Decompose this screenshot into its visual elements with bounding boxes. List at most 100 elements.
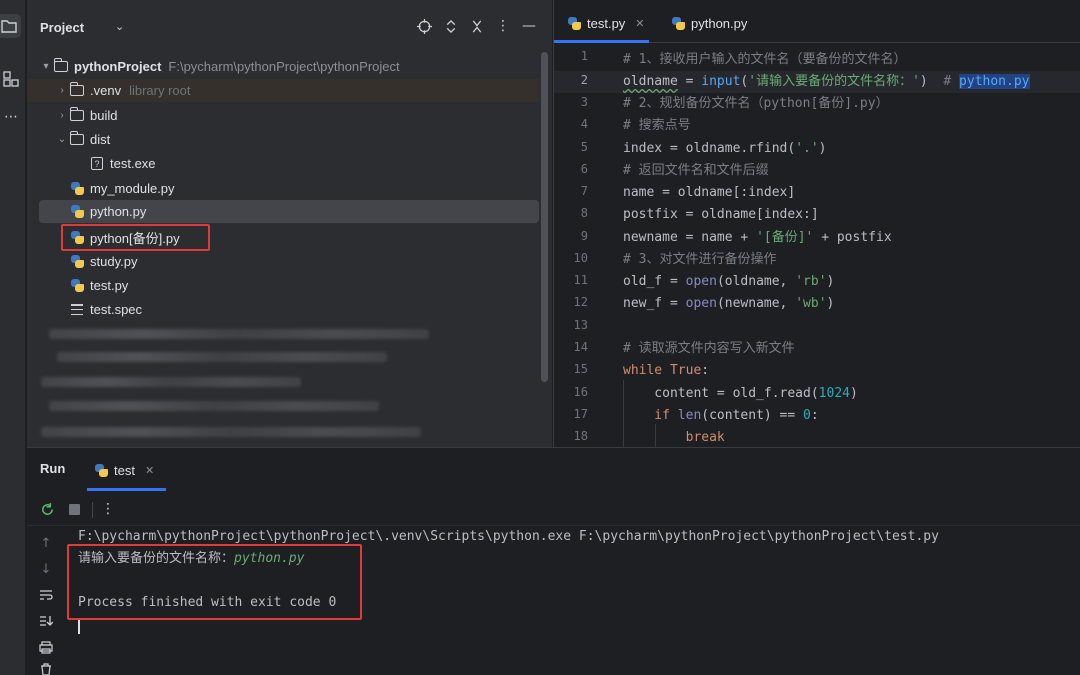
more-icon[interactable]: ⋯	[0, 106, 22, 128]
line-number: 15	[573, 362, 588, 376]
close-icon[interactable]	[468, 17, 486, 35]
code-line: # 2、规划备份文件名（python[备份].py）	[623, 96, 889, 111]
code-line: name = oldname[:index]	[623, 185, 796, 200]
code-token: =	[677, 74, 702, 89]
tree-item-dist[interactable]: ⌄ dist	[39, 128, 539, 151]
code-line: newname = name + '[备份]' + postfix	[623, 227, 892, 249]
python-file-icon	[69, 279, 85, 293]
code-token: newname = name +	[623, 230, 757, 245]
run-title: Run	[40, 461, 66, 476]
console-prompt-line: 请输入要备份的文件名称：python.py	[78, 548, 304, 570]
line-number: 14	[573, 340, 588, 354]
run-tab-test[interactable]: test ✕	[93, 459, 154, 481]
arrow-down-icon[interactable]: ↓	[36, 560, 56, 578]
python-file-icon	[566, 16, 582, 30]
exe-file-icon: ?	[89, 157, 105, 171]
code-line: index = oldname.rfind('.')	[623, 138, 827, 160]
project-panel: Project ⌄ ⋮ — ▾ pythonProject F:\pycharm…	[27, 0, 552, 447]
code-token: '[备份]'	[756, 230, 814, 245]
code-line: # 返回文件名和文件后缀	[623, 163, 769, 178]
tree-item-python[interactable]: python.py	[39, 200, 539, 223]
line-number: 5	[580, 140, 588, 154]
code-line: if len(content) == 0:	[623, 405, 818, 427]
code-token: (newname,	[716, 296, 796, 311]
toolbar-divider	[92, 502, 93, 518]
code-token: )	[849, 386, 858, 401]
code-line: new_f = open(newname, 'wb')	[623, 293, 834, 315]
tab-label: test.py	[587, 15, 626, 31]
print-icon[interactable]	[36, 638, 56, 656]
close-icon[interactable]: ✕	[635, 17, 644, 30]
code-token: input	[701, 74, 741, 89]
python-file-icon	[69, 205, 85, 219]
line-number: 6	[580, 162, 588, 176]
tree-item-label: study.py	[90, 254, 138, 269]
tree-item-test-exe[interactable]: ? test.exe	[39, 152, 539, 175]
tree-item-python-backup[interactable]: python[备份].py	[39, 226, 539, 249]
python-file-icon	[93, 463, 109, 477]
code-token: oldname	[623, 74, 678, 89]
tab-label: python.py	[691, 15, 748, 31]
code-line: old_f = open(oldname, 'rb')	[623, 271, 834, 293]
structure-icon[interactable]	[0, 68, 22, 90]
chevron-right-icon[interactable]: ›	[55, 110, 69, 121]
tree-item-label: dist	[90, 132, 111, 147]
tree-item-study[interactable]: study.py	[39, 250, 539, 273]
close-icon[interactable]: ✕	[145, 464, 154, 477]
tree-item-my-module[interactable]: my_module.py	[39, 177, 539, 200]
code-token: content = old_f.read(	[623, 386, 819, 401]
chevron-down-icon[interactable]: ▾	[39, 61, 53, 72]
editor-tabs: test.py ✕ python.py	[554, 0, 1080, 43]
tree-item-test[interactable]: test.py	[39, 274, 539, 297]
code-line: # 搜索点号	[623, 118, 691, 133]
redacted-row	[49, 329, 429, 339]
locate-icon[interactable]	[415, 17, 433, 35]
tab-python-py[interactable]: python.py	[670, 10, 747, 36]
code-token: while	[623, 363, 663, 378]
tree-item-test-spec[interactable]: test.spec	[39, 298, 539, 321]
minimize-icon[interactable]: —	[520, 17, 538, 35]
chevron-down-icon[interactable]: ⌄	[55, 134, 69, 145]
line-number: 7	[580, 184, 588, 198]
tree-root[interactable]: ▾ pythonProject F:\pycharm\pythonProject…	[39, 55, 539, 78]
text-file-icon	[69, 303, 85, 317]
tab-test-py[interactable]: test.py ✕	[566, 10, 645, 36]
redacted-row	[57, 352, 387, 362]
project-title[interactable]: Project	[40, 20, 84, 35]
chevron-right-icon[interactable]: ›	[55, 85, 69, 96]
code-token: '.'	[795, 141, 819, 156]
code-token: (content) ==	[701, 408, 804, 423]
code-token: open	[685, 274, 717, 289]
code-token: :	[701, 363, 710, 378]
console-user-input: python.py	[234, 551, 305, 566]
run-toolbar: ⋮	[27, 492, 1080, 526]
folder-icon	[53, 58, 69, 74]
tree-item-label: build	[90, 108, 118, 123]
folder-icon[interactable]	[0, 14, 21, 38]
expand-collapse-icon[interactable]	[442, 17, 460, 35]
run-tab-label: test	[114, 462, 135, 478]
code-token: if	[623, 408, 670, 423]
editor-panel: test.py ✕ python.py 1 2 3 4 5 6 7 8 9 10…	[553, 0, 1080, 447]
chevron-down-icon[interactable]: ⌄	[115, 20, 124, 33]
options-icon[interactable]: ⋮	[494, 17, 512, 35]
trash-icon[interactable]	[36, 660, 56, 675]
tree-item-label: test.py	[90, 278, 129, 293]
code-token: )	[919, 74, 944, 89]
arrow-up-icon[interactable]: ↑	[36, 534, 56, 552]
scroll-to-end-icon[interactable]	[36, 612, 56, 630]
code-token: (oldname,	[716, 274, 796, 289]
redacted-row	[41, 427, 421, 437]
project-scrollbar[interactable]	[541, 52, 548, 382]
library-root-label: library root	[129, 83, 191, 98]
tree-item-venv[interactable]: › .venv library root	[27, 79, 539, 102]
rerun-icon[interactable]	[36, 498, 58, 520]
code-line: # 1、接收用户输入的文件名（要备份的文件名）	[623, 52, 907, 67]
code-line: while True:	[623, 360, 709, 382]
line-number: 9	[580, 229, 588, 243]
tree-item-build[interactable]: › build	[39, 104, 539, 127]
folder-icon	[69, 82, 85, 98]
soft-wrap-icon[interactable]	[36, 586, 56, 604]
stop-icon[interactable]	[63, 498, 85, 520]
more-vertical-icon[interactable]: ⋮	[97, 498, 119, 520]
